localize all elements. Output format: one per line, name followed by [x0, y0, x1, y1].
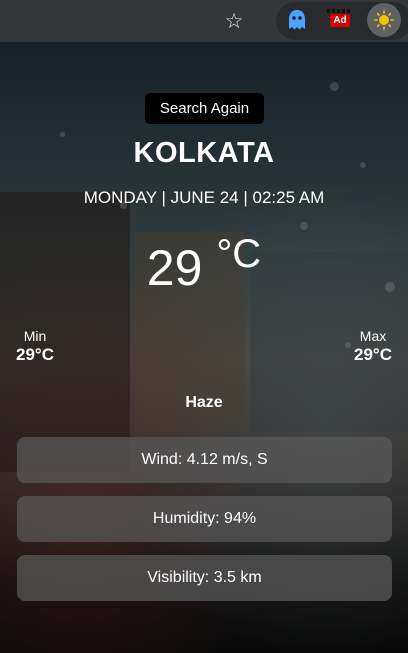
weather-extension-sun-icon[interactable] [367, 3, 401, 37]
ad-icon: Ad [327, 8, 352, 27]
visibility-card: Visibility: 3.5 km [17, 555, 392, 601]
ghost-extension-icon[interactable] [284, 7, 310, 33]
sun-icon [374, 10, 394, 30]
min-label: Min [23, 328, 47, 344]
city-name: KOLKATA [133, 137, 275, 169]
weather-page: Search Again KOLKATA MONDAY | JUNE 24 | … [0, 42, 408, 653]
date-time: MONDAY | JUNE 24 | 02:25 AM [83, 188, 325, 207]
humidity-card: Humidity: 94% [17, 496, 392, 542]
max-value: 29°C [354, 345, 392, 364]
ghost-icon [289, 10, 305, 30]
search-again-button[interactable]: Search Again [145, 93, 264, 124]
max-label: Max [359, 328, 387, 344]
max-temperature: Max 29°C [354, 328, 392, 365]
wind-card: Wind: 4.12 m/s, S [17, 437, 392, 483]
adblock-extension-icon[interactable]: Ad [327, 7, 353, 33]
weather-card: Search Again KOLKATA MONDAY | JUNE 24 | … [0, 42, 408, 653]
temperature-value: 29 [146, 240, 203, 296]
temperature: 29 °C [0, 234, 408, 293]
min-value: 29°C [16, 345, 54, 364]
bookmark-star-icon[interactable]: ☆ [221, 8, 247, 34]
temperature-unit: °C [216, 232, 262, 276]
weather-condition: Haze [185, 394, 223, 411]
browser-toolbar: ☆ Ad [0, 0, 408, 42]
min-temperature: Min 29°C [16, 328, 54, 365]
